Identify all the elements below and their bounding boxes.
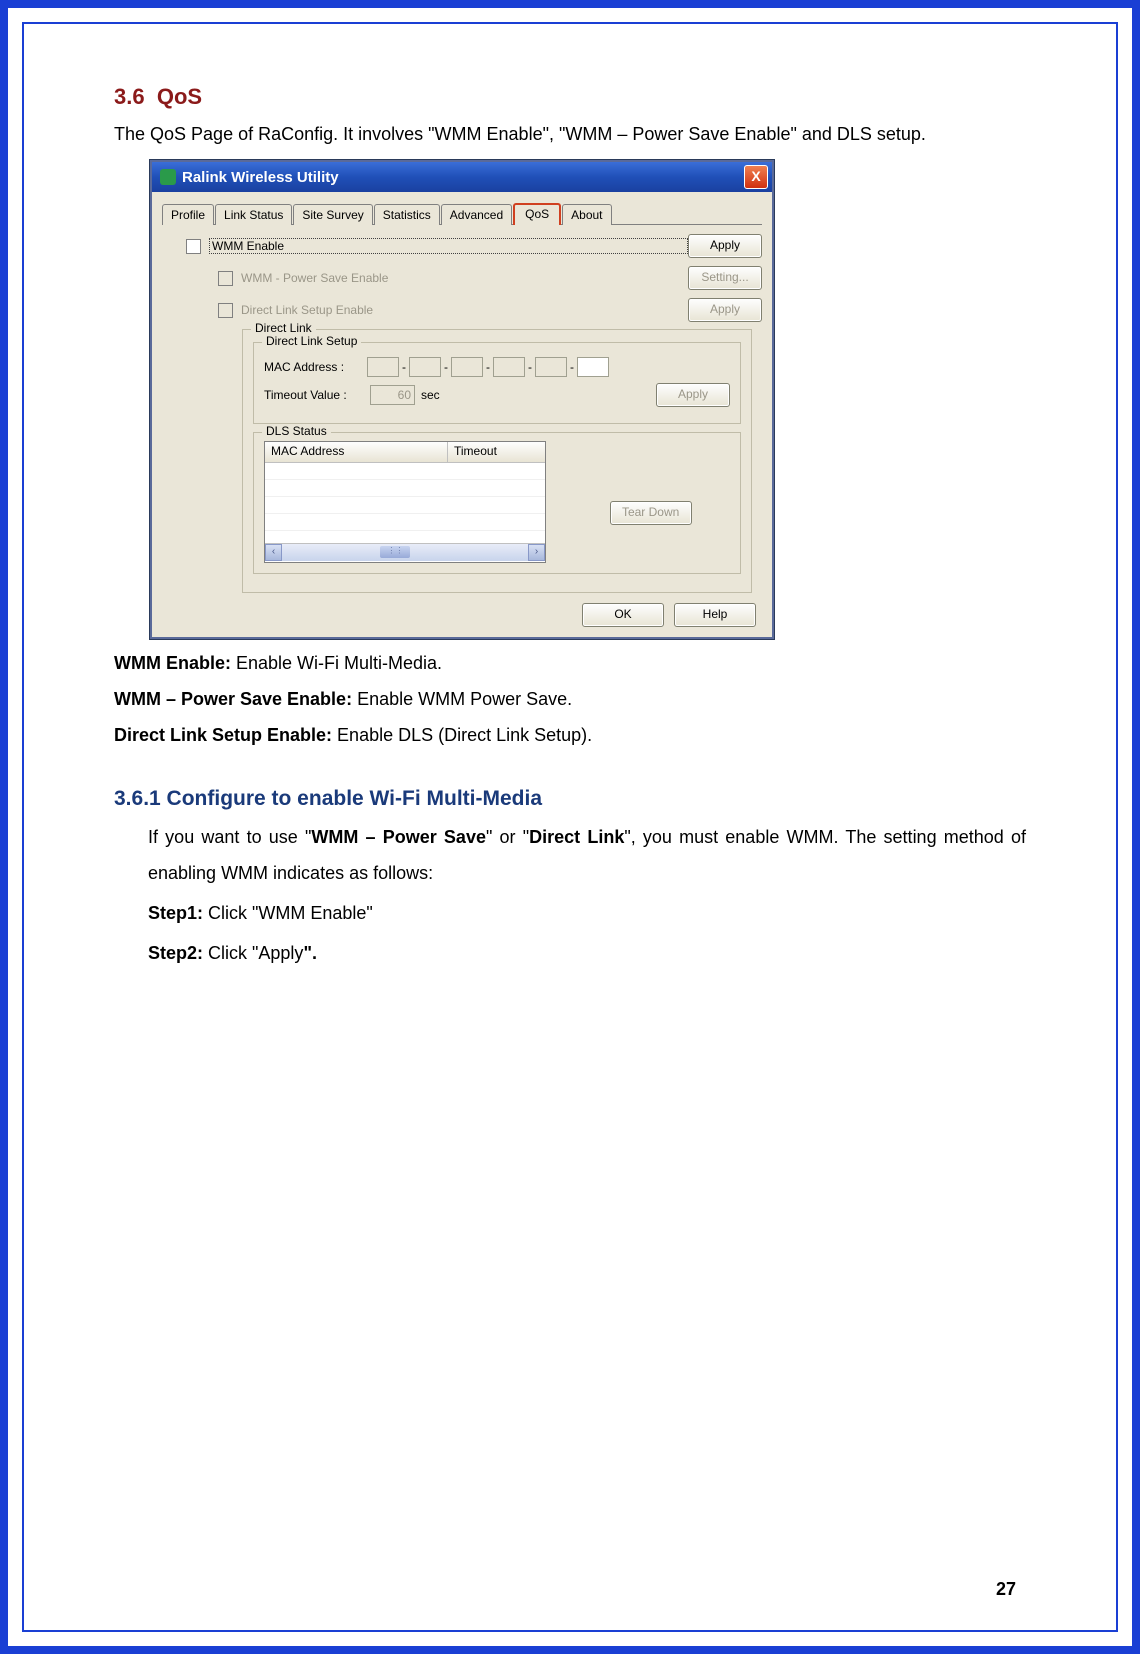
section-number: 3.6 [114,84,145,109]
def-dls-bold: Direct Link Setup Enable: [114,725,332,745]
dls-setup-fieldset: Direct Link Setup MAC Address : - - - - … [253,342,741,424]
tear-down-button: Tear Down [610,501,692,525]
timeout-row: Timeout Value : 60 sec Apply [264,383,730,407]
step2: Step2: Click "Apply". [148,935,1026,971]
direct-link-fieldset: Direct Link Direct Link Setup MAC Addres… [242,329,752,593]
mac-address-row: MAC Address : - - - - - [264,357,730,377]
table-row [265,463,545,480]
step1-bold: Step1: [148,903,203,923]
bottom-button-row: OK Help [162,603,762,627]
step2-text: Click "Apply [203,943,303,963]
tab-link-status[interactable]: Link Status [215,204,292,225]
def-dls-text: Enable DLS (Direct Link Setup). [332,725,592,745]
dls-rows [265,463,545,543]
mac-input-1 [367,357,399,377]
tab-site-survey[interactable]: Site Survey [293,204,372,225]
section-title: 3.6 QoS [114,84,1026,110]
scroll-track[interactable]: ⋮⋮ [282,544,528,561]
col-timeout: Timeout [448,442,545,462]
tab-profile[interactable]: Profile [162,204,214,225]
page-number: 27 [996,1579,1016,1600]
screenshot-window: Ralink Wireless Utility X Profile Link S… [150,160,774,639]
mac-input-5 [535,357,567,377]
page-outer-border: 3.6 QoS The QoS Page of RaConfig. It inv… [0,0,1140,1654]
step2-bold: Step2: [148,943,203,963]
dls-status-legend: DLS Status [262,424,331,438]
scroll-right-icon[interactable]: › [528,544,545,561]
tab-about[interactable]: About [562,204,611,225]
table-row [265,497,545,514]
horizontal-scrollbar[interactable]: ‹ ⋮⋮ › [265,543,545,561]
apply-setup-button: Apply [656,383,730,407]
timeout-unit: sec [421,388,440,402]
intro-bold-1: WMM – Power Save [311,827,486,847]
mac-label: MAC Address : [264,360,364,374]
def-wmm-ps-bold: WMM – Power Save Enable: [114,689,352,709]
table-row [265,480,545,497]
def-wmm-ps: WMM – Power Save Enable: Enable WMM Powe… [114,681,1026,717]
wmm-ps-row: WMM - Power Save Enable Setting... [218,265,762,291]
dls-setup-legend: Direct Link Setup [262,334,361,348]
tab-strip: Profile Link Status Site Survey Statisti… [162,200,762,225]
titlebar: Ralink Wireless Utility X [152,162,772,192]
tab-qos[interactable]: QoS [513,203,561,225]
def-wmm-ps-text: Enable WMM Power Save. [352,689,572,709]
window-title: Ralink Wireless Utility [182,169,744,186]
mac-input-6 [577,357,609,377]
wmm-enable-row: WMM Enable Apply [186,233,762,259]
setting-button: Setting... [688,266,762,290]
def-dls: Direct Link Setup Enable: Enable DLS (Di… [114,717,1026,753]
subsection-title: 3.6.1 Configure to enable Wi-Fi Multi-Me… [114,787,1026,811]
mac-input-4 [493,357,525,377]
wmm-ps-label: WMM - Power Save Enable [241,271,688,285]
subsection-intro: If you want to use "WMM – Power Save" or… [148,819,1026,891]
app-icon [160,169,176,185]
dls-status-fieldset: DLS Status MAC Address Timeout [253,432,741,574]
wmm-enable-label: WMM Enable [209,238,688,254]
apply-dls-button: Apply [688,298,762,322]
def-wmm-enable-text: Enable Wi-Fi Multi-Media. [231,653,442,673]
scroll-thumb[interactable]: ⋮⋮ [380,546,410,558]
dls-enable-checkbox [218,303,233,318]
def-wmm-enable: WMM Enable: Enable Wi-Fi Multi-Media. [114,645,1026,681]
col-mac-address: MAC Address [265,442,448,462]
timeout-input: 60 [370,385,415,405]
section-name: QoS [157,84,202,109]
intro-bold-2: Direct Link [529,827,624,847]
step1: Step1: Click "WMM Enable" [148,895,1026,931]
wmm-ps-checkbox [218,271,233,286]
page-inner-border: 3.6 QoS The QoS Page of RaConfig. It inv… [22,22,1118,1632]
tab-advanced[interactable]: Advanced [441,204,512,225]
mac-input-2 [409,357,441,377]
timeout-label: Timeout Value : [264,388,364,402]
dls-enable-row: Direct Link Setup Enable Apply [218,297,762,323]
dls-enable-label: Direct Link Setup Enable [241,303,688,317]
mac-input-3 [451,357,483,377]
teardown-wrap: Tear Down [610,501,692,525]
help-button[interactable]: Help [674,603,756,627]
ok-button[interactable]: OK [582,603,664,627]
dls-status-content: MAC Address Timeout [264,441,730,563]
dls-table-header: MAC Address Timeout [265,442,545,463]
dls-status-table: MAC Address Timeout [264,441,546,563]
tab-statistics[interactable]: Statistics [374,204,440,225]
step1-text: Click "WMM Enable" [203,903,373,923]
def-wmm-enable-bold: WMM Enable: [114,653,231,673]
wmm-enable-checkbox[interactable] [186,239,201,254]
close-button[interactable]: X [744,165,768,189]
window-body: Profile Link Status Site Survey Statisti… [152,192,772,637]
step2-end-bold: ". [303,943,317,963]
section-intro: The QoS Page of RaConfig. It involves "W… [114,116,1026,152]
apply-wmm-button[interactable]: Apply [688,234,762,258]
table-row [265,514,545,531]
direct-link-legend: Direct Link [251,321,316,335]
scroll-left-icon[interactable]: ‹ [265,544,282,561]
